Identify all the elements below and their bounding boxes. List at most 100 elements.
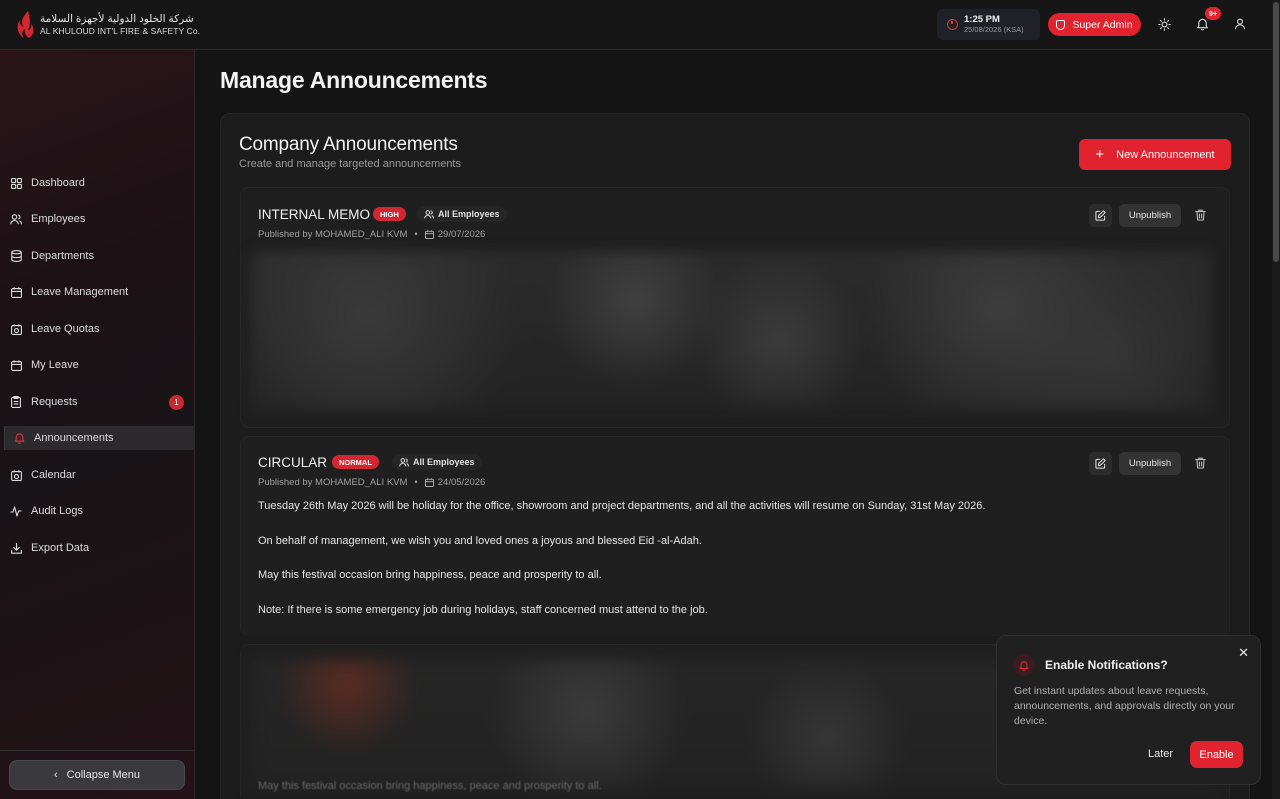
announcement-body-line: Note: If there is some emergency job dur… — [258, 604, 708, 616]
users-icon — [424, 209, 434, 219]
blurred-content — [251, 252, 1211, 410]
calendar-icon — [10, 469, 22, 481]
delete-trash-icon[interactable] — [1193, 456, 1207, 470]
sidebar-item-label: Employees — [31, 213, 86, 225]
theme-toggle-sun-icon[interactable] — [1156, 16, 1172, 32]
priority-badge: HIGH — [373, 207, 406, 221]
published-by: Published by MOHAMED_ALI KVM — [258, 477, 408, 488]
announcement-meta: Published by MOHAMED_ALI KVM • 29/07/202… — [258, 229, 485, 240]
sidebar-item-leave-quotas[interactable]: Leave Quotas — [0, 317, 195, 341]
clock-widget: 1:25 PM 25/08/2026 (KSA) — [937, 9, 1040, 40]
announcement-card: INTERNAL MEMO HIGH All Employees Publish… — [240, 187, 1230, 428]
sidebar-item-label: Announcements — [34, 432, 114, 444]
later-button[interactable]: Later — [1148, 748, 1173, 760]
audience-label: All Employees — [413, 457, 475, 467]
company-logo[interactable]: شركة الخلود الدولية لأجهزة السلامة AL KH… — [16, 9, 200, 41]
audience-tag: All Employees — [392, 454, 482, 470]
collapse-menu-label: Collapse Menu — [66, 769, 141, 781]
announcement-body-line: On behalf of management, we wish you and… — [258, 535, 702, 547]
collapse-menu-button[interactable]: ‹ Collapse Menu — [9, 760, 185, 790]
audience-tag: All Employees — [417, 206, 507, 222]
edit-button[interactable] — [1089, 452, 1112, 475]
chevron-left-icon: ‹ — [53, 769, 58, 781]
bell-icon — [13, 432, 25, 444]
panel-subtitle: Create and manage targeted announcements — [239, 158, 461, 170]
priority-badge: NORMAL — [332, 455, 379, 469]
sidebar-item-label: Export Data — [31, 542, 90, 554]
sidebar-item-calendar[interactable]: Calendar — [0, 463, 195, 487]
edit-button[interactable] — [1089, 204, 1112, 227]
announcement-meta: Published by MOHAMED_ALI KVM • 24/05/202… — [258, 477, 485, 488]
announcement-title: INTERNAL MEMO — [258, 207, 371, 222]
calendar-icon — [10, 359, 22, 371]
published-date: 29/07/2026 — [437, 229, 486, 240]
toast-title: Enable Notifications? — [1045, 658, 1168, 672]
edit-icon — [1095, 458, 1106, 469]
sidebar-item-departments[interactable]: Departments — [0, 244, 195, 268]
sidebar-item-label: My Leave — [31, 359, 79, 371]
sidebar-item-label: Audit Logs — [31, 505, 83, 517]
role-badge[interactable]: Super Admin — [1048, 13, 1141, 36]
clock-icon — [947, 19, 958, 30]
sidebar-divider — [0, 750, 195, 751]
sidebar: Dashboard Employees Departments Leave Ma… — [0, 50, 195, 799]
company-name-arabic: شركة الخلود الدولية لأجهزة السلامة — [40, 13, 194, 25]
new-announcement-button[interactable]: + New Announcement — [1079, 139, 1231, 170]
scrollbar-thumb[interactable] — [1273, 2, 1279, 262]
edit-icon — [1095, 210, 1106, 221]
sidebar-item-label: Leave Management — [31, 286, 129, 298]
calendar-icon — [424, 478, 434, 487]
sidebar-item-label: Departments — [31, 250, 94, 262]
users-icon — [399, 457, 409, 467]
calendar-icon — [424, 230, 434, 239]
sidebar-item-leave-management[interactable]: Leave Management — [0, 280, 195, 304]
top-bar: شركة الخلود الدولية لأجهزة السلامة AL KH… — [0, 0, 1272, 50]
sidebar-item-employees[interactable]: Employees — [0, 207, 195, 231]
published-by: Published by MOHAMED_ALI KVM — [258, 229, 408, 240]
unpublish-button[interactable]: Unpublish — [1119, 204, 1181, 227]
clipboard-icon — [10, 396, 22, 408]
sidebar-item-requests[interactable]: Requests 1 — [0, 390, 195, 414]
requests-count-badge: 1 — [169, 394, 184, 410]
close-icon[interactable]: ✕ — [1238, 645, 1249, 661]
panel-title: Company Announcements — [239, 134, 458, 155]
plus-icon: + — [1095, 146, 1105, 163]
sidebar-item-announcements[interactable]: Announcements — [4, 426, 195, 450]
announcement-card: CIRCULAR NORMAL All Employees Published … — [240, 436, 1230, 636]
separator-dot: • — [414, 229, 418, 240]
sidebar-item-export-data[interactable]: Export Data — [0, 536, 195, 560]
page-title: Manage Announcements — [220, 67, 488, 93]
shield-icon — [1056, 19, 1066, 30]
sidebar-item-label: Dashboard — [31, 177, 85, 189]
notification-count-badge: 9+ — [1205, 7, 1221, 20]
announcement-body-line: Tuesday 26th May 2026 will be holiday fo… — [258, 500, 986, 512]
published-date: 24/05/2026 — [437, 477, 486, 488]
sidebar-item-dashboard[interactable]: Dashboard — [0, 171, 195, 195]
bell-icon — [1013, 654, 1035, 676]
download-icon — [10, 542, 22, 554]
role-label: Super Admin — [1072, 18, 1133, 31]
current-date: 25/08/2026 (KSA) — [964, 24, 1024, 34]
sidebar-item-label: Calendar — [31, 469, 76, 481]
separator-dot: • — [414, 477, 418, 488]
calendar-clock-icon — [10, 323, 22, 335]
company-name-english: AL KHULOUD INT'L FIRE & SAFETY Co. — [40, 26, 201, 36]
grid-icon — [10, 177, 22, 189]
flame-logo-icon — [17, 11, 34, 38]
sidebar-item-my-leave[interactable]: My Leave — [0, 353, 195, 377]
delete-trash-icon[interactable] — [1193, 208, 1207, 222]
announcement-body-line: May this festival occasion bring happine… — [258, 569, 602, 581]
announcement-title: CIRCULAR — [258, 455, 328, 470]
announcement-body-line: May this festival occasion bring happine… — [258, 780, 602, 792]
toast-body: Get instant updates about leave requests… — [1014, 685, 1235, 727]
unpublish-button[interactable]: Unpublish — [1119, 452, 1181, 475]
user-profile-icon[interactable] — [1232, 16, 1248, 32]
activity-icon — [10, 505, 22, 517]
sidebar-item-audit-logs[interactable]: Audit Logs — [0, 499, 195, 523]
database-icon — [10, 250, 22, 262]
sidebar-item-label: Leave Quotas — [31, 323, 100, 335]
users-icon — [10, 213, 22, 225]
sidebar-item-label: Requests — [31, 396, 78, 408]
enable-button[interactable]: Enable — [1190, 741, 1243, 768]
new-announcement-label: New Announcement — [1116, 148, 1215, 161]
